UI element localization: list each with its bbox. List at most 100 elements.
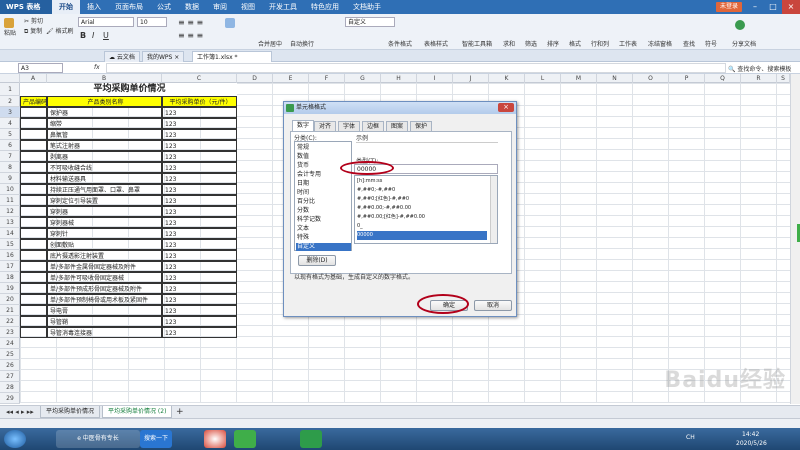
header-cell[interactable]: 产品编码 [20,96,47,107]
product-code-cell[interactable] [20,217,47,228]
product-name-cell[interactable]: 缩带 [47,118,162,129]
row-header[interactable]: 13 [0,217,20,228]
cancel-button[interactable]: 取消 [474,300,512,311]
table-style-button[interactable]: 表格样式 [424,39,448,48]
row-header[interactable]: 26 [0,360,20,371]
product-name-cell[interactable]: 底片摄透影注射装置 [47,250,162,261]
product-code-cell[interactable] [20,228,47,239]
unit-price-cell[interactable]: 123 [162,162,237,173]
product-name-cell[interactable]: 穿刺器械 [47,217,162,228]
col-header[interactable]: P [669,74,705,83]
row-header[interactable]: 7 [0,151,20,162]
unit-price-cell[interactable]: 123 [162,118,237,129]
tab-review[interactable]: 审阅 [206,0,234,14]
merge-center-icon[interactable] [225,18,235,28]
tab-formula[interactable]: 公式 [150,0,178,14]
product-code-cell[interactable] [20,250,47,261]
font-name-select[interactable]: Arial [78,17,134,27]
unit-price-cell[interactable]: 123 [162,272,237,283]
product-name-cell[interactable]: 单/多部件可吸收骨固定器械 [47,272,162,283]
product-code-cell[interactable] [20,239,47,250]
row-header[interactable]: 27 [0,371,20,382]
product-name-cell[interactable]: 穿刺定位引导装置 [47,195,162,206]
tab-page-layout[interactable]: 页面布局 [108,0,150,14]
type-item[interactable]: #,##0;[红色]-#,##0 [357,195,487,204]
tab-developer[interactable]: 开发工具 [262,0,304,14]
row-header[interactable]: 11 [0,195,20,206]
col-header[interactable]: N [597,74,633,83]
unit-price-cell[interactable]: 123 [162,294,237,305]
filter-button[interactable]: 筛选 [525,39,537,48]
start-button[interactable] [4,430,26,448]
col-header[interactable]: E [273,74,309,83]
product-name-cell[interactable]: 单/多部件金属骨固定器械及附件 [47,261,162,272]
worksheet-button[interactable]: 工作表 [619,39,637,48]
login-button[interactable]: 未登录 [715,2,742,12]
row-header[interactable]: 1 [0,83,20,96]
conditional-format-button[interactable]: 条件格式 [388,39,412,48]
row-header[interactable]: 15 [0,239,20,250]
col-header[interactable]: H [381,74,417,83]
product-code-cell[interactable] [20,316,47,327]
product-code-cell[interactable] [20,173,47,184]
row-header[interactable]: 28 [0,382,20,393]
col-header[interactable]: L [525,74,561,83]
row-header[interactable]: 5 [0,129,20,140]
category-list[interactable]: 常规 数值 货币 会计专用 日期 时间 百分比 分数 科学记数 文本 特殊 自定… [294,141,352,251]
sheet-nav-icons[interactable]: ◂◂ ◂ ▸ ▸▸ [6,408,34,416]
col-header[interactable]: Q [705,74,741,83]
sum-button[interactable]: 求和 [503,39,515,48]
product-code-cell[interactable] [20,195,47,206]
wrap-text-label[interactable]: 自动换行 [290,39,314,48]
merge-center-label[interactable]: 合并居中 [258,39,282,48]
category-item[interactable]: 数值 [296,153,351,161]
type-list[interactable]: [h]:mm:ss #,##0;-#,##0 #,##0;[红色]-#,##0 … [354,175,498,244]
product-name-cell[interactable]: 材料输送器具 [47,173,162,184]
product-code-cell[interactable] [20,327,47,338]
product-name-cell[interactable]: 笔式注射器 [47,140,162,151]
col-header[interactable]: F [309,74,345,83]
product-name-cell[interactable]: 导管鞘 [47,316,162,327]
product-name-cell[interactable]: 穿刺器 [47,206,162,217]
type-list-scrollbar[interactable] [490,176,497,243]
row-header[interactable]: 4 [0,118,20,129]
product-code-cell[interactable] [20,151,47,162]
delete-button[interactable]: 删除(D) [298,255,336,266]
unit-price-cell[interactable]: 123 [162,140,237,151]
bold-button[interactable]: B [80,31,86,40]
category-item[interactable]: 日期 [296,180,351,188]
command-search[interactable]: 🔍 查找命令、搜索模板 [728,64,791,73]
tab-insert[interactable]: 插入 [80,0,108,14]
type-item[interactable]: [h]:mm:ss [357,177,487,186]
format-painter-button[interactable]: 🖌 格式刷 [46,26,74,35]
dialog-tab-font[interactable]: 字体 [338,121,361,131]
select-all-corner[interactable] [0,74,20,83]
taskbar-browser[interactable]: e 中医骨有专长 [56,430,140,448]
row-header[interactable]: 9 [0,173,20,184]
product-name-cell[interactable]: 单/多部件预制椅骨或用术板及紧固件 [47,294,162,305]
row-header[interactable]: 3 [0,107,20,118]
product-code-cell[interactable] [20,184,47,195]
sheet-tab-1[interactable]: 平均采购单价情况 [40,406,101,418]
col-header[interactable]: S [777,74,790,83]
sort-button[interactable]: 排序 [547,39,559,48]
type-item[interactable]: 00000 [357,231,487,240]
doctab-cloud[interactable]: ☁ 云文档 [104,51,140,62]
row-header[interactable]: 16 [0,250,20,261]
chrome-icon[interactable] [204,430,226,448]
row-header[interactable]: 21 [0,305,20,316]
col-header[interactable]: A [20,74,47,83]
col-header[interactable]: M [561,74,597,83]
formula-input[interactable] [106,63,726,73]
smart-toolbox-button[interactable]: 智能工具箱 [462,39,492,48]
spreadsheet-taskbar-icon[interactable] [300,430,322,448]
copy-button[interactable]: ⧉ 复制 [24,26,42,36]
fx-button[interactable]: fx [94,64,100,71]
rows-cols-button[interactable]: 行和列 [591,39,609,48]
unit-price-cell[interactable]: 123 [162,261,237,272]
unit-price-cell[interactable]: 123 [162,195,237,206]
dialog-tab-protect[interactable]: 保护 [410,121,433,131]
taskbar-search[interactable]: 搜索一下 [140,430,172,448]
dialog-tab-number[interactable]: 数字 [292,120,315,131]
tab-start[interactable]: 开始 [52,0,80,14]
